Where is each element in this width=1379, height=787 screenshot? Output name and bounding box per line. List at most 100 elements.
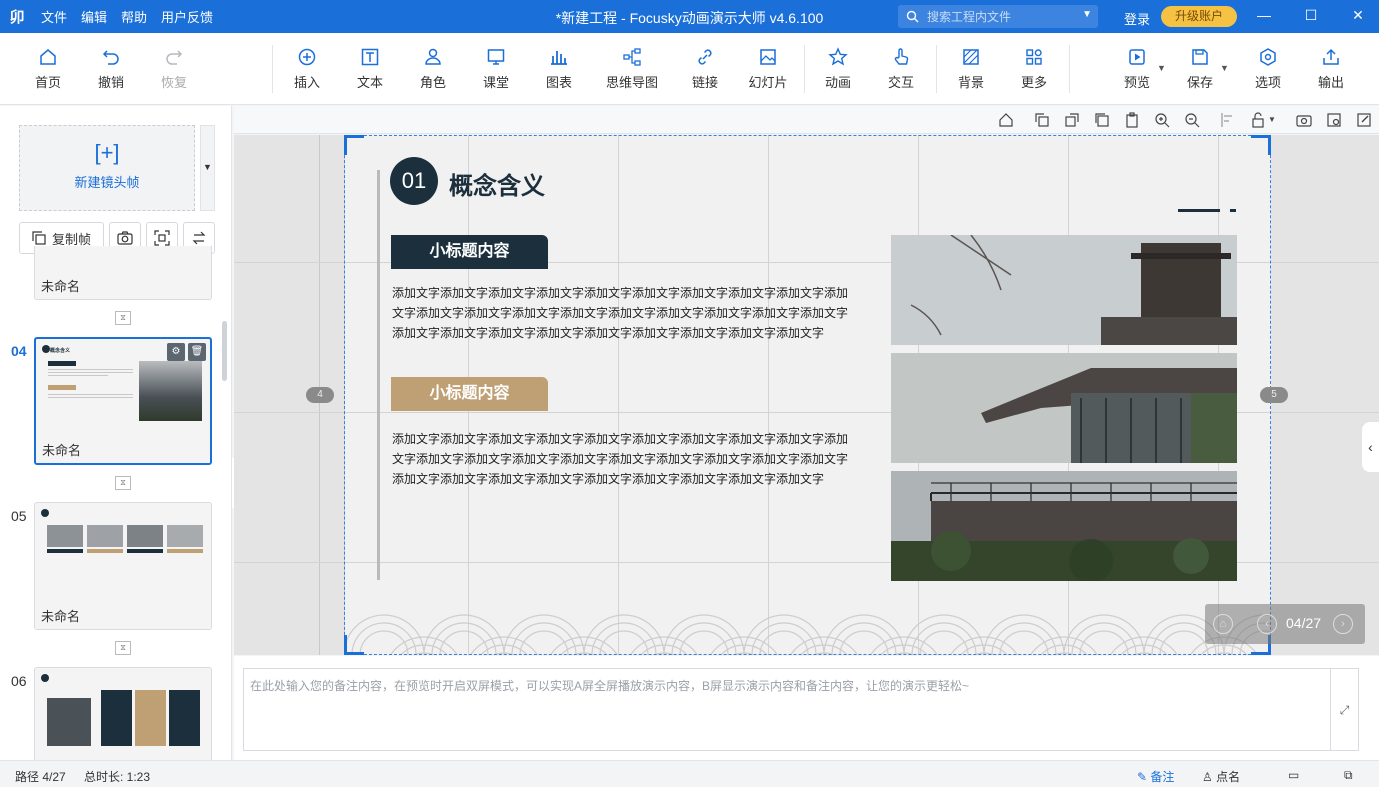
new-frame-dropdown[interactable]: ▼	[200, 125, 215, 211]
link-button[interactable]: 链接	[677, 47, 733, 91]
app-logo-icon: 卯	[9, 9, 25, 26]
login-link[interactable]: 登录	[1124, 9, 1150, 28]
role-button[interactable]: 角色	[405, 47, 461, 91]
chart-button[interactable]: 图表	[531, 47, 587, 91]
more-button[interactable]: 更多	[1006, 47, 1062, 91]
save-label: 保存	[1186, 75, 1213, 90]
notes-toggle-label: 备注	[1150, 770, 1175, 784]
canvas-toolbar: ▼	[234, 106, 1379, 134]
text-button[interactable]: 文本	[342, 47, 398, 91]
chart-label: 图表	[545, 75, 572, 90]
copy-frame-label: 复制帧	[51, 231, 91, 247]
person-icon: ♙	[1202, 770, 1213, 784]
insert-button[interactable]: 插入	[279, 47, 335, 91]
frame-corner-handle[interactable]	[344, 135, 364, 155]
window-mode-icon[interactable]: ⧉	[1344, 768, 1353, 783]
menu-help[interactable]: 帮助	[114, 7, 154, 26]
undo-icon	[83, 47, 139, 69]
frame-thumbnail-04[interactable]: 概念含义 ⚙ 🗑 未命名	[34, 337, 212, 465]
copy-icon[interactable]	[1094, 112, 1110, 128]
grid-icon	[1006, 47, 1062, 69]
menu-feedback[interactable]: 用户反馈	[154, 7, 220, 26]
background-button[interactable]: 背景	[943, 47, 999, 91]
transition-marker-icon[interactable]: ⧖	[115, 311, 131, 325]
align-icon[interactable]	[1220, 112, 1236, 128]
text-icon	[342, 47, 398, 69]
toolbar-divider	[272, 45, 273, 93]
notes-toggle[interactable]: ✎ 备注	[1137, 768, 1174, 785]
export-button[interactable]: 输出	[1303, 47, 1359, 91]
prev-icon[interactable]: ‹	[1257, 614, 1277, 634]
mindmap-button[interactable]: 思维导图	[597, 47, 667, 91]
background-icon	[943, 47, 999, 69]
close-icon[interactable]: ✕	[1348, 7, 1368, 24]
classroom-icon	[468, 47, 524, 69]
animation-button[interactable]: 动画	[810, 47, 866, 91]
maximize-icon[interactable]: ☐	[1301, 7, 1321, 24]
preview-dropdown-icon[interactable]: ▼	[1157, 63, 1166, 73]
frame-thumbnail-03[interactable]: 未命名	[34, 246, 212, 300]
new-frame-label: 新建镜头帧	[74, 175, 140, 190]
redo-button[interactable]: 恢复	[146, 47, 202, 91]
upgrade-button[interactable]: 升级账户	[1161, 6, 1237, 27]
camera-icon	[117, 231, 133, 245]
rollcall-button[interactable]: ♙ 点名	[1202, 768, 1240, 785]
frame-corner-handle[interactable]	[344, 635, 364, 655]
menu-edit[interactable]: 编辑	[74, 7, 114, 26]
undo-button[interactable]: 撤销	[83, 47, 139, 91]
home-view-icon[interactable]	[998, 112, 1014, 128]
frame-selection-border	[344, 135, 1271, 655]
save-dropdown-icon[interactable]: ▼	[1220, 63, 1229, 73]
panel-scrollbar[interactable]	[222, 321, 227, 381]
next-icon[interactable]: ›	[1333, 614, 1353, 634]
mini-text-line	[48, 369, 133, 370]
person-icon	[405, 47, 461, 69]
main-toolbar: 首页 撤销 恢复 插入 文本 角色 课堂 图表 思维导图 链接 幻灯片 动画 交…	[0, 33, 1379, 105]
undo-label: 撤销	[97, 75, 124, 90]
zoom-in-icon[interactable]	[1154, 112, 1170, 128]
edit-icon[interactable]	[1356, 112, 1372, 128]
screenshot-icon[interactable]	[1296, 112, 1312, 128]
interact-button[interactable]: 交互	[873, 47, 929, 91]
more-label: 更多	[1020, 75, 1047, 90]
menu-file[interactable]: 文件	[34, 7, 74, 26]
search-dropdown-icon[interactable]: ▼	[1082, 9, 1092, 20]
add-frame-icon: [+]	[94, 140, 120, 165]
settings-frame-icon[interactable]	[1326, 112, 1342, 128]
home-button[interactable]: 首页	[20, 47, 76, 91]
class-button[interactable]: 课堂	[468, 47, 524, 91]
frame-name: 未命名	[41, 609, 81, 624]
animation-label: 动画	[824, 75, 851, 90]
link-label: 链接	[691, 75, 718, 90]
transition-marker-icon[interactable]: ⧖	[115, 641, 131, 655]
next-frame-marker[interactable]: 5	[1260, 387, 1288, 403]
frame-thumbnail-05[interactable]: 未命名	[34, 502, 212, 630]
paste-icon[interactable]	[1124, 112, 1140, 128]
layer-up-icon[interactable]	[1064, 112, 1080, 128]
layer-down-icon[interactable]	[1034, 112, 1050, 128]
screen-icon[interactable]: ▭	[1288, 768, 1299, 782]
lock-icon[interactable]	[1250, 112, 1266, 128]
mini-subhead	[47, 549, 83, 553]
home-nav-icon[interactable]: ⌂	[1213, 614, 1233, 634]
expand-notes-icon[interactable]: ⤢	[1331, 668, 1359, 751]
search-input[interactable]: 搜索工程内文件 ▼	[898, 5, 1098, 28]
frame-number: 04	[11, 343, 27, 359]
lock-dropdown-icon[interactable]: ▼	[1268, 115, 1284, 131]
notes-input[interactable]: 在此处输入您的备注内容，在预览时开启双屏模式，可以实现A屏全屏播放演示内容，B屏…	[243, 668, 1331, 751]
canvas-stage[interactable]: 01 概念含义 小标题内容 添加文字添加文字添加文字添加文字添加文字添加文字添加…	[234, 135, 1379, 655]
delete-icon[interactable]: 🗑	[188, 343, 206, 361]
minimize-icon[interactable]: —	[1254, 7, 1274, 23]
mini-photo	[47, 698, 91, 746]
options-button[interactable]: 选项	[1240, 47, 1296, 91]
playback-nav: ⌂ ‹ 04/27 ›	[1205, 604, 1365, 644]
transition-marker-icon[interactable]: ⧖	[115, 476, 131, 490]
frame-corner-handle[interactable]	[1251, 135, 1271, 155]
slide-button[interactable]: 幻灯片	[740, 47, 796, 91]
new-frame-button[interactable]: [+] 新建镜头帧	[19, 125, 195, 211]
frame-settings-icon[interactable]: ⚙	[167, 343, 185, 361]
expand-right-panel-icon[interactable]: ‹	[1362, 422, 1379, 472]
frame-thumbnail-06[interactable]	[34, 667, 212, 760]
prev-frame-marker[interactable]: 4	[306, 387, 334, 403]
zoom-out-icon[interactable]	[1184, 112, 1200, 128]
